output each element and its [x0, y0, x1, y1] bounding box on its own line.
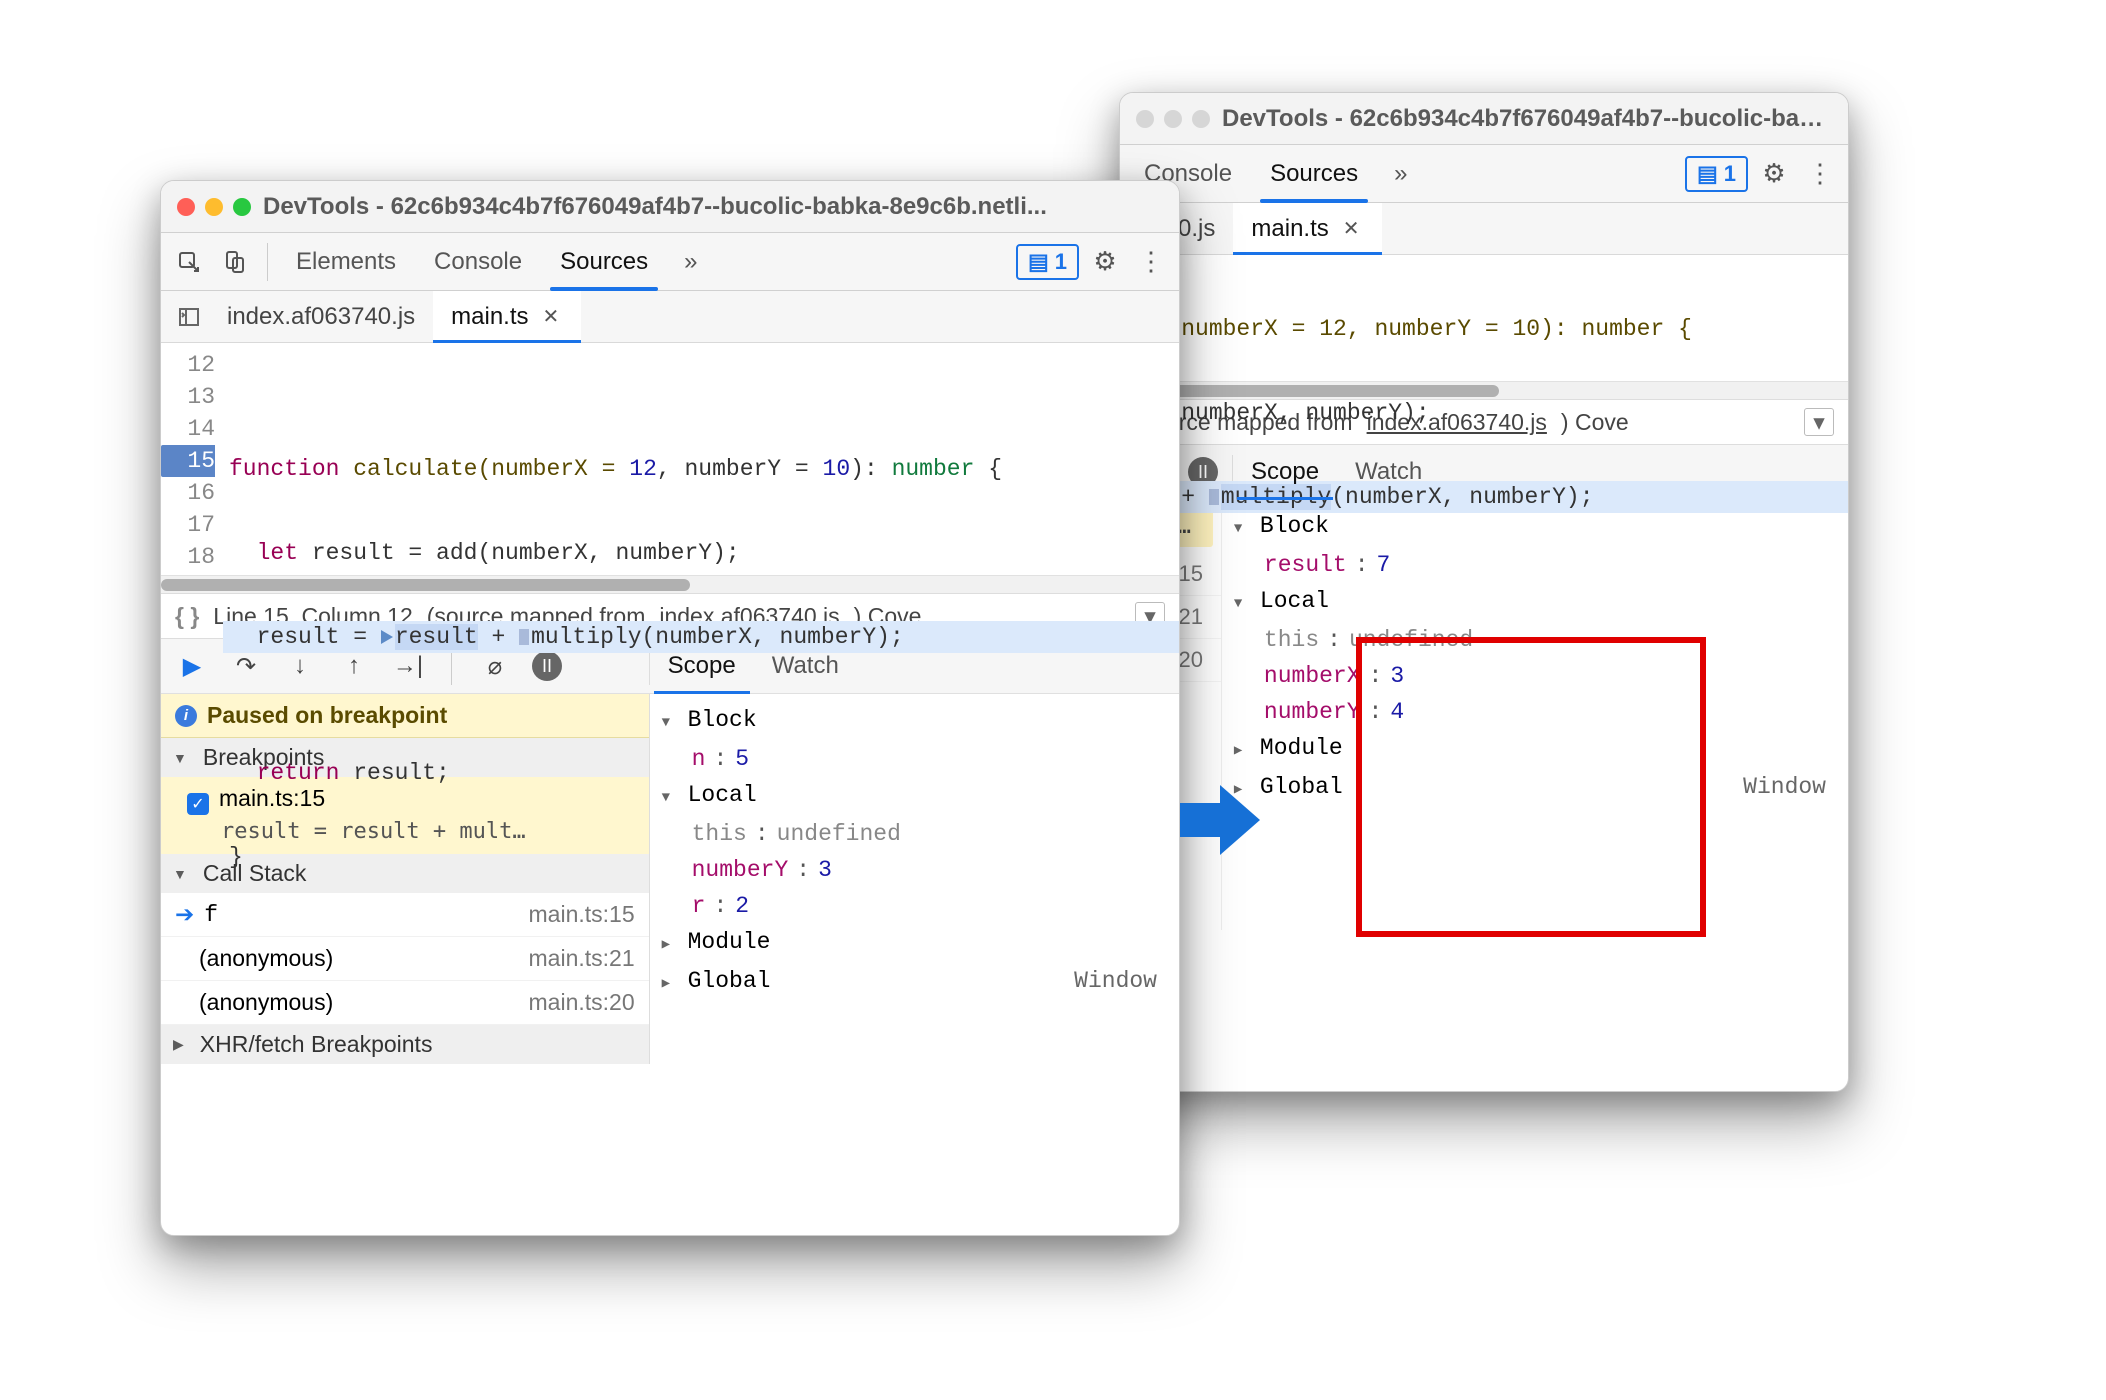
- tab-watch[interactable]: Watch: [1337, 445, 1440, 499]
- highlight-box: [1356, 637, 1706, 937]
- traffic-lights: [1136, 110, 1210, 128]
- traffic-close[interactable]: [1136, 110, 1154, 128]
- callstack-item[interactable]: (anonymous) main.ts:20: [161, 981, 649, 1025]
- resume-icon[interactable]: ▶: [175, 649, 209, 683]
- section-xhr[interactable]: XHR/fetch Breakpoints: [161, 1025, 649, 1064]
- tab-sources[interactable]: Sources: [1254, 145, 1374, 202]
- main-tabs: Elements Console Sources » ▤ 1 ⚙ ⋮: [161, 233, 1179, 291]
- chat-icon: ▤: [1028, 249, 1049, 275]
- tab-scope[interactable]: Scope: [1233, 445, 1337, 499]
- tab-elements[interactable]: Elements: [280, 233, 412, 290]
- callstack-item[interactable]: (anonymous) main.ts:21: [161, 937, 649, 981]
- traffic-close[interactable]: [177, 198, 195, 216]
- code-editor[interactable]: 12 13 14 15 16 17 18 function calculate(…: [161, 343, 1179, 575]
- tabs-overflow-icon[interactable]: »: [670, 233, 711, 290]
- window-title: DevTools - 62c6b934c4b7f676049af4b7--buc…: [263, 193, 1163, 221]
- step-target-icon: [519, 629, 529, 645]
- close-icon[interactable]: ✕: [1339, 216, 1364, 241]
- code-editor[interactable]: ate(numberX = 12, numberY = 10): number …: [1120, 255, 1848, 381]
- code-lines[interactable]: function calculate(numberX = 12, numberY…: [223, 343, 1179, 575]
- window-title: DevTools - 62c6b934c4b7f676049af4b7--buc…: [1222, 105, 1832, 133]
- kebab-icon[interactable]: ⋮: [1131, 246, 1171, 277]
- tab-console[interactable]: Console: [418, 233, 538, 290]
- kebab-icon[interactable]: ⋮: [1800, 158, 1840, 189]
- messages-badge[interactable]: ▤ 1: [1685, 156, 1748, 192]
- scope-local[interactable]: Local: [1234, 583, 1836, 622]
- devtools-window-front: DevTools - 62c6b934c4b7f676049af4b7--buc…: [160, 180, 1180, 1236]
- gear-icon[interactable]: ⚙: [1754, 158, 1794, 189]
- device-icon[interactable]: [215, 242, 255, 282]
- chat-icon: ▤: [1697, 161, 1718, 187]
- file-tabs: 3740.js main.ts ✕: [1120, 203, 1848, 255]
- h-scrollbar[interactable]: [1120, 381, 1848, 399]
- traffic-lights: [177, 198, 251, 216]
- tabs-overflow-icon[interactable]: »: [1380, 145, 1421, 202]
- titlebar: DevTools - 62c6b934c4b7f676049af4b7--buc…: [1120, 93, 1848, 145]
- file-tab-main[interactable]: main.ts ✕: [1233, 203, 1381, 254]
- tab-scope[interactable]: Scope: [650, 639, 754, 693]
- arrow-icon: [1180, 785, 1260, 855]
- badge-count: 1: [1055, 249, 1067, 275]
- line-gutter[interactable]: 12 13 14 15 16 17 18: [161, 343, 223, 575]
- traffic-max[interactable]: [233, 198, 251, 216]
- traffic-max[interactable]: [1192, 110, 1210, 128]
- navigator-toggle-icon[interactable]: [169, 297, 209, 337]
- exec-pointer-icon: [381, 630, 393, 644]
- checkbox-icon[interactable]: ✓: [187, 793, 209, 815]
- traffic-min[interactable]: [1164, 110, 1182, 128]
- tab-watch[interactable]: Watch: [754, 639, 857, 693]
- messages-badge[interactable]: ▤ 1: [1016, 244, 1079, 280]
- format-icon[interactable]: { }: [175, 603, 199, 630]
- h-scrollbar[interactable]: [161, 575, 1179, 593]
- step-target-icon: [1209, 489, 1219, 505]
- close-icon[interactable]: ✕: [539, 304, 564, 329]
- devtools-window-back: DevTools - 62c6b934c4b7f676049af4b7--buc…: [1119, 92, 1849, 1092]
- main-tabs: Console Sources » ▤ 1 ⚙ ⋮: [1120, 145, 1848, 203]
- tab-sources[interactable]: Sources: [544, 233, 664, 290]
- file-tab-index[interactable]: index.af063740.js: [209, 291, 433, 342]
- traffic-min[interactable]: [205, 198, 223, 216]
- scope-global[interactable]: GlobalWindow: [662, 963, 1167, 1002]
- inspect-icon[interactable]: [169, 242, 209, 282]
- badge-count: 1: [1724, 161, 1736, 187]
- titlebar: DevTools - 62c6b934c4b7f676049af4b7--buc…: [161, 181, 1179, 233]
- current-frame-icon: ➔: [175, 901, 194, 928]
- file-tabs: index.af063740.js main.ts ✕: [161, 291, 1179, 343]
- gear-icon[interactable]: ⚙: [1085, 246, 1125, 277]
- file-tab-main[interactable]: main.ts ✕: [433, 291, 581, 342]
- info-icon: i: [175, 705, 197, 727]
- scope-module[interactable]: Module: [662, 924, 1167, 963]
